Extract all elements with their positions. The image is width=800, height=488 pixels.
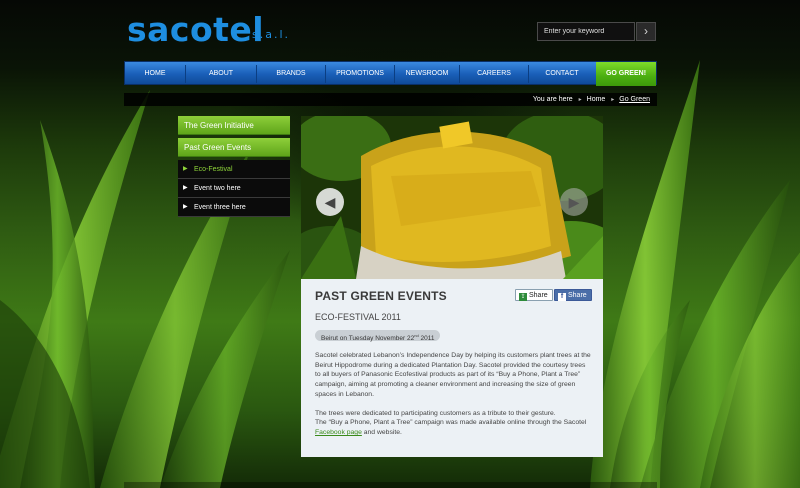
breadcrumb-home[interactable]: Home: [587, 96, 606, 103]
breadcrumb-prefix: You are here: [532, 96, 573, 103]
nav-newsroom[interactable]: NEWSROOM: [395, 62, 459, 86]
breadcrumb-arrow-icon: ▸: [578, 97, 582, 103]
article-line: and website.: [363, 428, 402, 436]
event-date-year: 2011: [418, 335, 435, 343]
nav-contact[interactable]: CONTACT: [529, 62, 595, 86]
sidebar: The Green Initiative Past Green Events ▶…: [178, 116, 290, 217]
event-photo-slider: ◀ ▶: [301, 116, 603, 279]
share-label: Share: [529, 292, 548, 299]
search-input[interactable]: [537, 22, 635, 41]
event-date-badge: Beirut on Tuesday November 22nd 2011: [315, 330, 441, 343]
facebook-share-button[interactable]: f Share: [554, 289, 592, 301]
article-line: The “Buy a Phone, Plant a Tree” campaign…: [315, 419, 587, 427]
arrow-right-icon: ›: [644, 24, 648, 38]
event-photo: [301, 116, 603, 279]
event-title: ECO-FESTIVAL 2011: [315, 312, 401, 322]
article-paragraph: Sacotel celebrated Lebanon’s Independenc…: [315, 352, 591, 398]
sidebar-section-past-events[interactable]: Past Green Events: [178, 138, 290, 157]
facebook-icon: f: [558, 293, 566, 301]
slider-next-button[interactable]: ▶: [560, 188, 588, 216]
nav-about[interactable]: ABOUT: [186, 62, 256, 86]
event-date-text: Beirut on Tuesday November 22: [321, 335, 415, 343]
slider-prev-button[interactable]: ◀: [316, 188, 344, 216]
breadcrumb-current[interactable]: Go Green: [619, 96, 650, 103]
sidebar-section-green-initiative[interactable]: The Green Initiative: [178, 116, 290, 135]
nav-home[interactable]: HOME: [125, 62, 185, 86]
brand-logo[interactable]: sacotel: [127, 10, 264, 49]
triangle-right-icon: ▶: [183, 204, 188, 210]
footer-bar: [124, 482, 657, 488]
sidebar-item-eco-festival[interactable]: ▶ Eco-Festival: [178, 160, 290, 179]
breadcrumb: You are here ▸ Home ▸ Go Green: [124, 93, 657, 106]
triangle-right-icon: ▶: [183, 185, 188, 191]
article-paragraph: The trees were dedicated to participatin…: [315, 409, 591, 438]
share-button[interactable]: ⇪ Share: [515, 289, 553, 301]
sidebar-item-event-three[interactable]: ▶ Event three here: [178, 198, 290, 217]
nav-go-green[interactable]: GO GREEN!: [596, 62, 656, 86]
brand-suffix: s.a.l.: [252, 28, 291, 41]
main-nav: HOME ABOUT BRANDS PROMOTIONS NEWSROOM CA…: [124, 61, 657, 86]
article-line: The trees were dedicated to participatin…: [315, 409, 556, 417]
sidebar-item-event-two[interactable]: ▶ Event two here: [178, 179, 290, 198]
nav-brands[interactable]: BRANDS: [257, 62, 325, 86]
nav-careers[interactable]: CAREERS: [460, 62, 528, 86]
triangle-right-icon: ▶: [183, 166, 188, 172]
article-body: Sacotel celebrated Lebanon’s Independenc…: [315, 351, 591, 447]
nav-promotions[interactable]: PROMOTIONS: [326, 62, 394, 86]
facebook-page-link[interactable]: Facebook page: [315, 429, 362, 436]
sidebar-item-label: Event two here: [194, 185, 241, 192]
sidebar-item-label: Eco-Festival: [194, 166, 233, 173]
breadcrumb-arrow-icon: ▸: [611, 97, 615, 103]
chevron-right-icon: ▶: [568, 194, 580, 210]
article-panel: PAST GREEN EVENTS ⇪ Share f Share ECO-FEST…: [301, 279, 603, 457]
facebook-share-label: Share: [568, 292, 587, 299]
search-submit-button[interactable]: ›: [636, 22, 656, 41]
search-box: ›: [537, 22, 656, 41]
chevron-left-icon: ◀: [324, 194, 336, 210]
share-icon: ⇪: [519, 293, 527, 301]
sidebar-item-label: Event three here: [194, 204, 246, 211]
page-title: PAST GREEN EVENTS: [315, 289, 447, 303]
